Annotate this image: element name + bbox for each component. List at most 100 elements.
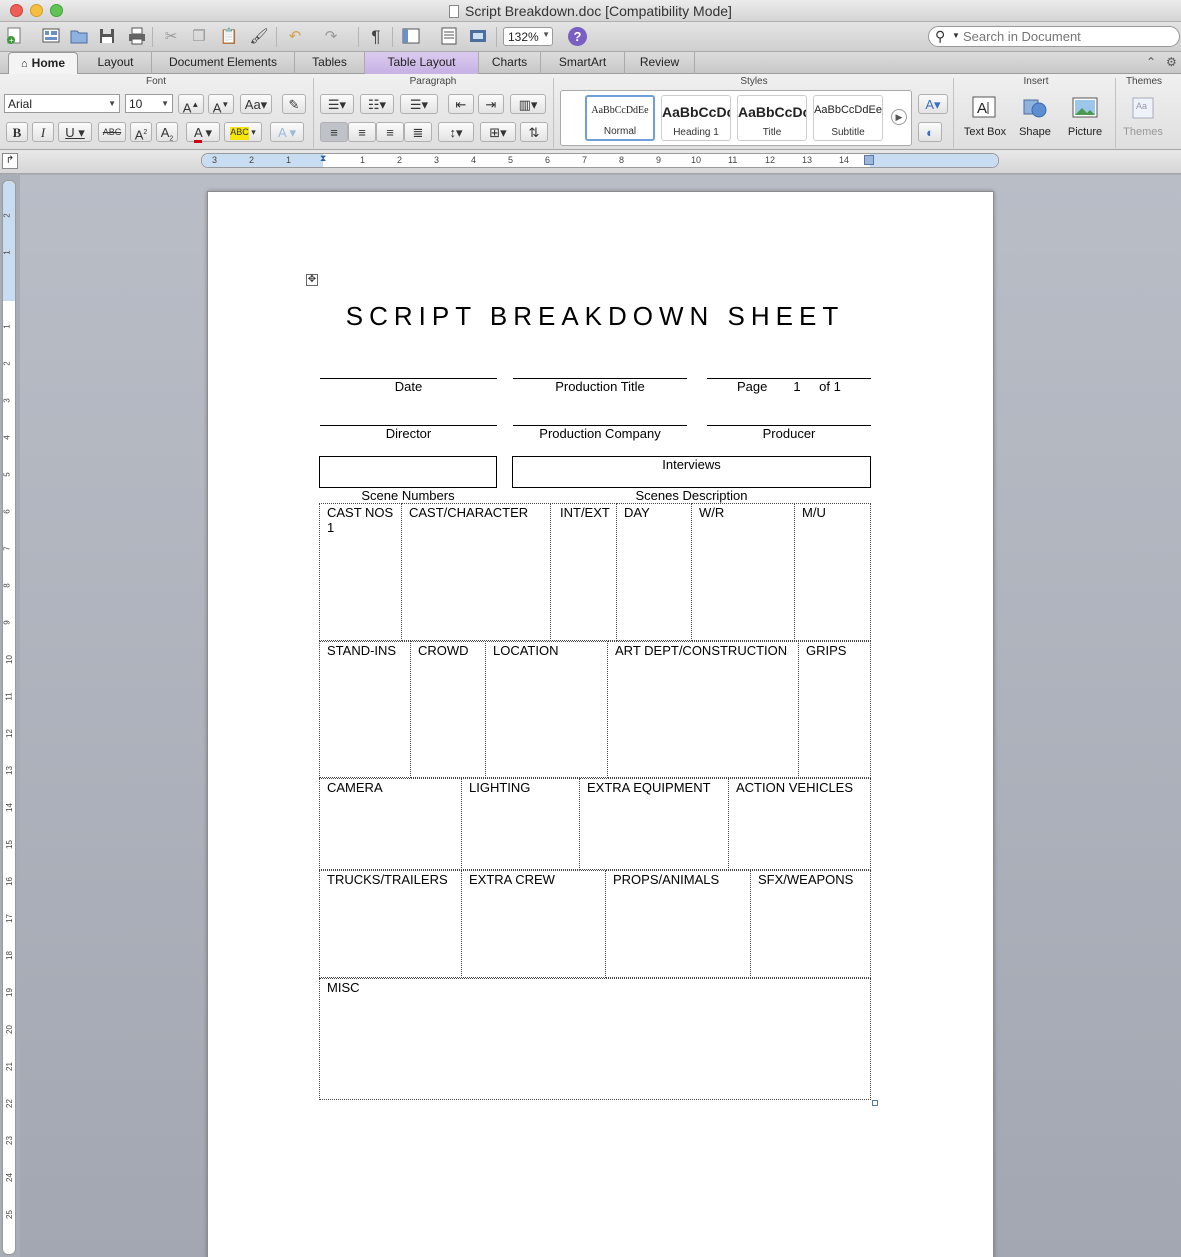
justify-button[interactable]: ≣ (404, 122, 432, 142)
change-styles-button[interactable]: A▾ (918, 94, 948, 114)
font-color-button[interactable]: A ▾ (186, 122, 220, 143)
numbering-button[interactable]: ☷▾ (360, 94, 394, 114)
vertical-ruler[interactable]: 2 1 1 2 3 4 5 6 7 8 9 10 11 12 13 14 15 … (2, 180, 16, 1255)
help-icon[interactable]: ? (568, 27, 587, 46)
undo-icon[interactable]: ↶ (284, 26, 306, 48)
font-name-select[interactable]: Arial ▼ (4, 94, 120, 113)
clear-formatting-button[interactable]: ✎ (282, 94, 306, 114)
cut-icon[interactable]: ✂ (160, 26, 182, 48)
save-icon[interactable] (96, 26, 118, 48)
style-subtitle[interactable]: AaBbCcDdEe Subtitle (813, 95, 883, 141)
redo-icon[interactable]: ↷ (320, 26, 342, 48)
change-case-button[interactable]: Aa▾ (240, 94, 272, 114)
increase-indent-button[interactable]: ⇥ (478, 94, 504, 114)
action-vehicles-cell[interactable]: ACTION VEHICLES (728, 778, 871, 870)
new-document-icon[interactable]: + (4, 26, 26, 48)
mu-cell[interactable]: M/U (794, 503, 871, 641)
toolbox-icon[interactable] (467, 26, 489, 48)
trucks-trailers-cell[interactable]: TRUCKS/TRAILERS (319, 870, 462, 978)
cast-character-cell[interactable]: CAST/CHARACTER (401, 503, 551, 641)
line-spacing-button[interactable]: ↕▾ (438, 122, 474, 142)
style-heading-1[interactable]: AaBbCcDc Heading 1 (661, 95, 731, 141)
search-box[interactable]: ⚲ ▼ (928, 26, 1180, 47)
tab-tables[interactable]: Tables (295, 52, 365, 74)
int-ext-cell[interactable]: INT/EXT (550, 503, 617, 641)
open-icon[interactable] (68, 26, 90, 48)
misc-cell[interactable]: MISC (319, 978, 871, 1100)
day-cell[interactable]: DAY (616, 503, 692, 641)
tab-charts[interactable]: Charts (479, 52, 541, 74)
props-animals-cell[interactable]: PROPS/ANIMALS (605, 870, 751, 978)
view-icon[interactable] (400, 26, 422, 48)
search-input[interactable] (963, 29, 1173, 44)
indent-marker-icon[interactable]: ⧗ (320, 153, 328, 167)
table-resize-handle-icon[interactable] (872, 1100, 878, 1106)
multilevel-list-button[interactable]: ☰▾ (400, 94, 438, 114)
sidebar-icon[interactable] (438, 26, 460, 48)
art-dept-cell[interactable]: ART DEPT/CONSTRUCTION (607, 641, 799, 778)
tab-review[interactable]: Review (625, 52, 695, 74)
columns-button[interactable]: ▥▾ (510, 94, 546, 114)
scene-numbers-box[interactable] (319, 456, 497, 488)
insert-text-box-button[interactable]: A Text Box (960, 94, 1010, 138)
align-right-button[interactable]: ≡ (376, 122, 404, 142)
font-size-select[interactable]: 10 ▼ (125, 94, 173, 113)
tab-selector-icon[interactable]: ↱ (2, 153, 18, 169)
show-formatting-icon[interactable]: ¶ (365, 26, 387, 48)
underline-button[interactable]: U ▾ (58, 122, 92, 142)
sfx-weapons-cell[interactable]: SFX/WEAPONS (750, 870, 871, 978)
shrink-font-button[interactable]: A▼ (208, 94, 234, 115)
insert-shape-button[interactable]: Shape (1010, 94, 1060, 138)
ruler-number: 21 (4, 1062, 14, 1071)
style-normal[interactable]: AaBbCcDdEe Normal (585, 95, 655, 141)
lighting-cell[interactable]: LIGHTING (461, 778, 580, 870)
bold-button[interactable]: B (6, 122, 28, 142)
borders-button[interactable]: ⊞▾ (480, 122, 516, 142)
insert-picture-button[interactable]: Picture (1060, 94, 1110, 138)
ribbon-options-icon[interactable]: ⚙ (1166, 55, 1177, 69)
tab-layout[interactable]: Layout (80, 52, 152, 74)
superscript-button[interactable]: A2 (130, 122, 152, 142)
wr-cell[interactable]: W/R (691, 503, 795, 641)
table-move-handle-icon[interactable]: ✥ (306, 274, 318, 286)
search-icon[interactable]: ⚲ (935, 28, 945, 45)
location-cell[interactable]: LOCATION (485, 641, 608, 778)
manage-styles-button[interactable]: ◐ (918, 122, 942, 142)
subscript-button[interactable]: A2 (156, 122, 178, 143)
camera-cell[interactable]: CAMERA (319, 778, 462, 870)
chevron-down-icon[interactable]: ▼ (952, 31, 960, 40)
crowd-cell[interactable]: CROWD (410, 641, 486, 778)
stand-ins-cell[interactable]: STAND-INS (319, 641, 411, 778)
templates-icon[interactable] (40, 26, 62, 48)
grow-font-button[interactable]: A▲ (178, 94, 204, 115)
zoom-select[interactable]: 132% ▼ (503, 27, 553, 46)
align-left-button[interactable]: ≡ (320, 122, 348, 142)
copy-icon[interactable]: ❐ (188, 26, 210, 48)
italic-button[interactable]: I (32, 122, 54, 142)
strikethrough-button[interactable]: ABC (98, 122, 126, 142)
style-title[interactable]: AaBbCcDc Title (737, 95, 807, 141)
tab-document-elements[interactable]: Document Elements (152, 52, 295, 74)
align-center-button[interactable]: ≡ (348, 122, 376, 142)
tab-home[interactable]: ⌂ Home (8, 52, 78, 74)
bullets-button[interactable]: ☰▾ (320, 94, 354, 114)
tab-smartart[interactable]: SmartArt (541, 52, 625, 74)
collapse-ribbon-icon[interactable]: ⌃ (1146, 55, 1156, 69)
cast-nos-cell[interactable]: CAST NOS 1 (319, 503, 402, 641)
decrease-indent-button[interactable]: ⇤ (448, 94, 474, 114)
right-indent-marker-icon[interactable] (864, 155, 874, 165)
grips-cell[interactable]: GRIPS (798, 641, 871, 778)
extra-equipment-cell[interactable]: EXTRA EQUIPMENT (579, 778, 729, 870)
sort-button[interactable]: ⇅ (520, 122, 548, 142)
paste-icon[interactable]: 📋 (218, 26, 240, 48)
text-effects-button[interactable]: A ▾ (270, 122, 304, 142)
styles-scroll-icon[interactable]: ▶ (891, 109, 907, 125)
horizontal-ruler[interactable]: 3 2 1 1 2 3 4 5 6 7 8 9 10 11 12 13 14 ⧗ (201, 153, 999, 168)
print-icon[interactable] (126, 26, 148, 48)
tab-table-layout[interactable]: Table Layout (365, 52, 479, 74)
themes-button[interactable]: Aa Themes (1118, 94, 1168, 138)
extra-crew-cell[interactable]: EXTRA CREW (461, 870, 606, 978)
format-painter-icon[interactable]: 🖌 (248, 26, 270, 48)
scenes-description-box[interactable]: Interviews (512, 456, 871, 488)
highlight-button[interactable]: ABC ▾ (224, 122, 262, 142)
